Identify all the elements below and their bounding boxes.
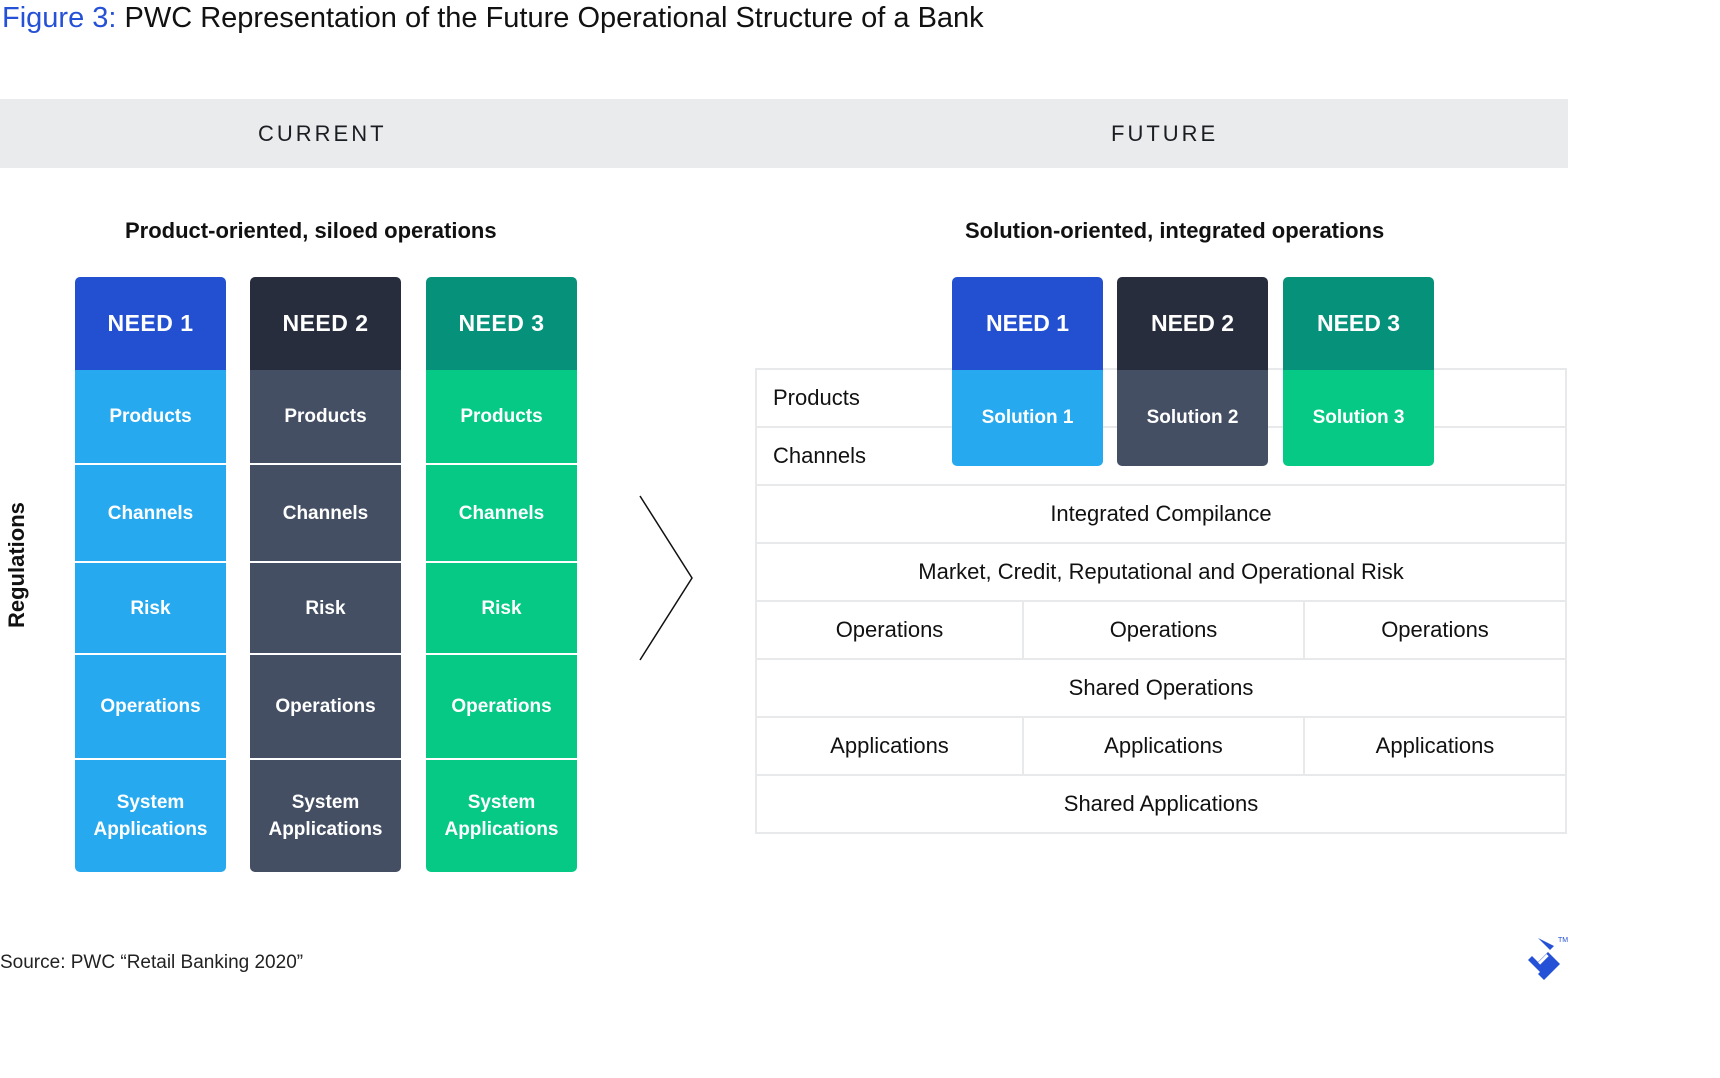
column-cell: Products xyxy=(426,370,577,463)
grid-cell: Shared Operations xyxy=(1068,675,1254,700)
current-label: CURRENT xyxy=(258,121,387,146)
need-header: NEED 3 xyxy=(1283,277,1434,370)
grid-cell: Integrated Compilance xyxy=(1050,501,1272,526)
column-cell: Products xyxy=(250,370,401,463)
column-cell: Risk xyxy=(426,561,577,653)
grid-row: Shared Applications xyxy=(755,776,1567,834)
need-header: NEED 1 xyxy=(75,277,226,370)
source-note: Source: PWC “Retail Banking 2020” xyxy=(0,952,304,973)
toptal-logo-icon: TM xyxy=(1528,937,1568,980)
column-cell: Operations xyxy=(426,653,577,758)
column-cell: System Applications xyxy=(250,758,401,872)
grid-cell: Shared Applications xyxy=(1063,791,1259,816)
svg-text:TM: TM xyxy=(1558,937,1568,944)
column-cell: Products xyxy=(75,370,226,463)
grid-cell: Market, Credit, Reputational and Operati… xyxy=(918,559,1404,584)
need-column-3: NEED 3 Products Channels Risk Operations Syst… xyxy=(426,277,577,872)
solution-cell: Solution 2 xyxy=(1117,370,1268,466)
regulations-label: Regulations xyxy=(4,502,29,628)
grid-cell: Applications xyxy=(1022,718,1303,774)
grid-cell: Operations xyxy=(1303,602,1565,658)
column-cell: System Applications xyxy=(426,758,577,872)
grid-row: Shared Operations xyxy=(755,660,1567,718)
current-subtitle: Product-oriented, siloed operations xyxy=(125,218,497,243)
need-header: NEED 2 xyxy=(250,277,401,370)
need-column-1: NEED 1 Products Channels Risk Operations Syst… xyxy=(75,277,226,872)
column-cell: Channels xyxy=(75,463,226,561)
future-label: FUTURE xyxy=(1111,121,1219,146)
grid-row: Applications Applications Applications xyxy=(755,718,1567,776)
grid-row: Market, Credit, Reputational and Operati… xyxy=(755,544,1567,602)
column-cell: Risk xyxy=(75,561,226,653)
grid-cell: Applications xyxy=(1303,718,1565,774)
grid-cell: Applications xyxy=(830,733,949,758)
arrow-chevron-icon xyxy=(639,495,693,661)
column-cell: Channels xyxy=(250,463,401,561)
need-header: NEED 1 xyxy=(952,277,1103,370)
figure-label: Figure 3: xyxy=(2,2,117,34)
column-cell: Operations xyxy=(250,653,401,758)
column-cell: System Applications xyxy=(75,758,226,872)
solution-cell: Solution 1 xyxy=(952,370,1103,466)
need-header: NEED 3 xyxy=(426,277,577,370)
figure-title-text: PWC Representation of the Future Operati… xyxy=(124,2,984,34)
column-cell: Operations xyxy=(75,653,226,758)
solution-cell: Solution 3 xyxy=(1283,370,1434,466)
figure-title: Figure 3: PWC Representation of the Futu… xyxy=(2,0,984,36)
solution-column-3: NEED 3 Solution 3 xyxy=(1283,277,1434,466)
column-cell: Risk xyxy=(250,561,401,653)
section-band: CURRENT FUTURE xyxy=(0,99,1568,168)
solution-column-1: NEED 1 Solution 1 xyxy=(952,277,1103,466)
need-column-2: NEED 2 Products Channels Risk Operations Syst… xyxy=(250,277,401,872)
grid-cell: Operations xyxy=(1022,602,1303,658)
future-subtitle: Solution-oriented, integrated operations xyxy=(965,218,1385,243)
need-header: NEED 2 xyxy=(1117,277,1268,370)
grid-row: Integrated Compilance xyxy=(755,486,1567,544)
column-cell: Channels xyxy=(426,463,577,561)
solution-column-2: NEED 2 Solution 2 xyxy=(1117,277,1268,466)
grid-cell: Operations xyxy=(835,617,944,642)
grid-row: Operations Operations Operations xyxy=(755,602,1567,660)
